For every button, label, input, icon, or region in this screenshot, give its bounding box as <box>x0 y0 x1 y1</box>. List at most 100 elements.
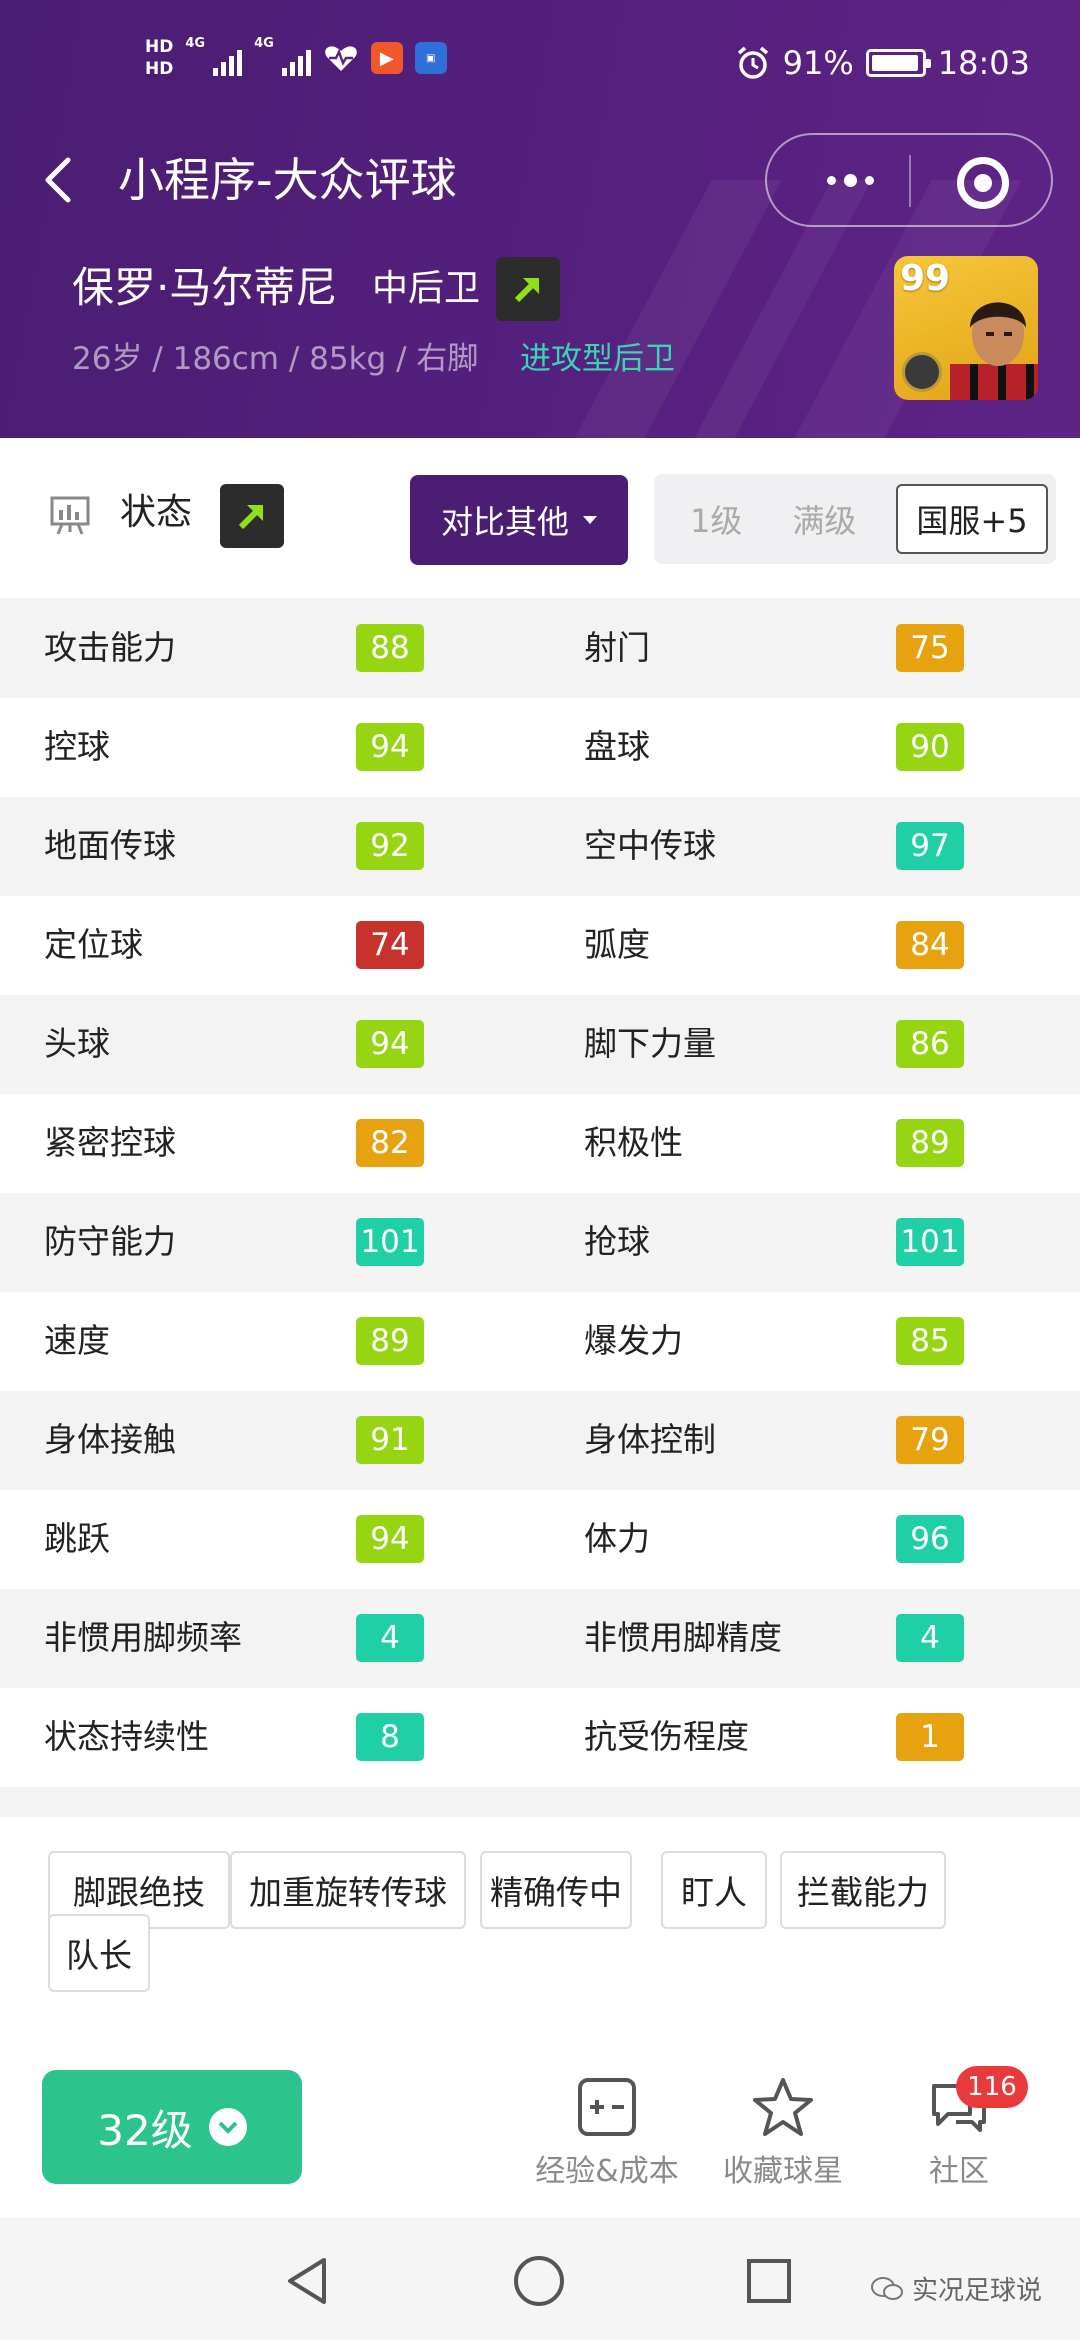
stat-value-badge: 88 <box>356 624 424 672</box>
stats-table: 攻击能力 88 射门 75 控球 94 盘球 90 地面传球 92 空中传球 97 定位球 74 弧度 84 头… <box>0 599 1080 1787</box>
stat-row: 状态持续性 8 抗受伤程度 1 <box>0 1688 1080 1787</box>
stat-name: 盘球 <box>584 727 650 766</box>
stat-row: 地面传球 92 空中传球 97 <box>0 797 1080 896</box>
arrow-up-right-icon <box>238 504 264 530</box>
stat-value-badge: 97 <box>896 822 964 870</box>
chevron-down-icon <box>208 2108 247 2146</box>
favorite-label: 收藏球星 <box>723 2154 843 2189</box>
club-badge-icon <box>902 352 942 392</box>
alarm-icon <box>737 46 768 79</box>
player-info: 26岁 / 186cm / 85kg / 右脚 <box>72 341 479 377</box>
stat-value-badge: 75 <box>896 624 964 672</box>
stat-name: 定位球 <box>44 925 143 964</box>
close-miniprogram-button[interactable] <box>957 157 1009 209</box>
stat-row: 头球 94 脚下力量 86 <box>0 995 1080 1094</box>
wechat-icon <box>871 2276 903 2300</box>
dot-icon <box>843 173 857 187</box>
dot-icon <box>826 175 836 185</box>
signal-icon <box>281 40 311 76</box>
stat-value-badge: 4 <box>356 1614 424 1662</box>
battery-icon <box>865 49 931 77</box>
status-right: 91% 18:03 <box>735 44 1030 82</box>
level-option-max[interactable]: 满级 <box>792 496 856 542</box>
stat-name: 身体接触 <box>44 1420 176 1459</box>
watermark-text: 实况足球说 <box>912 2276 1043 2306</box>
stat-value-badge: 74 <box>356 921 424 969</box>
stat-value-badge: 94 <box>356 1020 424 1068</box>
skill-chip[interactable]: 队长 <box>48 1914 150 1992</box>
community-badge: 116 <box>956 2066 1028 2108</box>
battery-percent: 91% <box>782 44 854 82</box>
hd1-label: HD <box>145 37 174 57</box>
stat-name: 状态持续性 <box>44 1717 209 1756</box>
target-icon <box>974 174 992 192</box>
nav-bar: 小程序-大众评球 <box>0 130 1080 230</box>
stat-row: 非惯用脚频率 4 非惯用脚精度 4 <box>0 1589 1080 1688</box>
status-left: HD HD 4G 4G ▶ ▣ <box>145 36 447 80</box>
stat-value-badge: 84 <box>896 921 964 969</box>
net2-label: 4G <box>254 36 274 51</box>
position-arrow-badge <box>496 257 560 321</box>
stat-name: 非惯用脚精度 <box>584 1618 782 1657</box>
signal-icon <box>213 40 243 76</box>
card-rating: 99 <box>900 258 951 299</box>
level-select-button[interactable]: 32级 <box>42 2070 302 2184</box>
arrow-up-right-icon <box>514 277 540 303</box>
stat-value-badge: 101 <box>356 1218 424 1266</box>
player-name: 保罗·马尔蒂尼 <box>72 263 338 312</box>
star-icon <box>753 2078 813 2136</box>
level-option-1[interactable]: 1级 <box>690 496 742 542</box>
stat-value-badge: 8 <box>356 1713 424 1761</box>
miniprogram-capsule <box>765 133 1053 227</box>
nav-title: 小程序-大众评球 <box>118 153 457 207</box>
status-bar: HD HD 4G 4G ▶ ▣ 91% 18:03 <box>0 0 1080 130</box>
stat-row: 跳跃 94 体力 96 <box>0 1490 1080 1589</box>
nav-recents-icon[interactable] <box>744 2256 794 2306</box>
stat-row: 定位球 74 弧度 84 <box>0 896 1080 995</box>
net1-label: 4G <box>185 36 206 51</box>
skill-chip[interactable]: 精确传中 <box>480 1851 632 1929</box>
chart-board-icon <box>50 496 90 535</box>
capsule-divider <box>909 155 911 207</box>
hd2-label: HD <box>145 59 174 79</box>
back-button[interactable] <box>40 152 76 216</box>
favorite-button[interactable]: 收藏球星 <box>708 2076 858 2196</box>
nav-back-icon[interactable] <box>282 2254 332 2308</box>
status-tab-label: 状态 <box>120 492 193 533</box>
calculator-icon <box>578 2078 636 2136</box>
player-card[interactable]: 99 <box>894 256 1038 400</box>
stat-value-badge: 86 <box>896 1020 964 1068</box>
stat-value-badge: 79 <box>896 1416 964 1464</box>
skill-chip[interactable]: 拦截能力 <box>780 1851 946 1929</box>
heart-rate-icon <box>324 46 357 71</box>
stat-name: 紧密控球 <box>44 1123 176 1162</box>
stat-value-badge: 96 <box>896 1515 964 1563</box>
skill-chip[interactable]: 盯人 <box>661 1851 767 1929</box>
level-segmented-control: 1级 满级 国服+5 <box>654 474 1056 564</box>
stat-row: 攻击能力 88 射门 75 <box>0 599 1080 698</box>
stat-name: 弧度 <box>584 925 650 964</box>
nav-home-icon[interactable] <box>512 2254 566 2308</box>
stat-value-badge: 89 <box>356 1317 424 1365</box>
skill-chip[interactable]: 加重旋转传球 <box>230 1851 466 1929</box>
stat-name: 地面传球 <box>44 826 176 865</box>
stat-row: 防守能力 101 抢球 101 <box>0 1193 1080 1292</box>
caret-down-icon <box>583 516 597 524</box>
stat-row: 控球 94 盘球 90 <box>0 698 1080 797</box>
stat-value-badge: 94 <box>356 1515 424 1563</box>
stat-value-badge: 91 <box>356 1416 424 1464</box>
status-arrow-badge <box>220 484 284 548</box>
stat-name: 非惯用脚频率 <box>44 1618 242 1657</box>
level-option-active[interactable]: 国服+5 <box>896 484 1048 554</box>
skills-section: 脚跟绝技 加重旋转传球 精确传中 盯人 拦截能力 队长 <box>0 1817 1080 2038</box>
exp-cost-button[interactable]: 经验&成本 <box>532 2076 682 2196</box>
dot-icon <box>864 175 874 185</box>
stat-value-badge: 94 <box>356 723 424 771</box>
player-style: 进攻型后卫 <box>520 341 675 377</box>
stat-value-badge: 4 <box>896 1614 964 1662</box>
stat-name: 空中传球 <box>584 826 716 865</box>
more-button[interactable] <box>805 157 895 203</box>
compare-dropdown[interactable]: 对比其他 <box>410 475 628 565</box>
stat-value-badge: 90 <box>896 723 964 771</box>
stat-row: 身体接触 91 身体控制 79 <box>0 1391 1080 1490</box>
